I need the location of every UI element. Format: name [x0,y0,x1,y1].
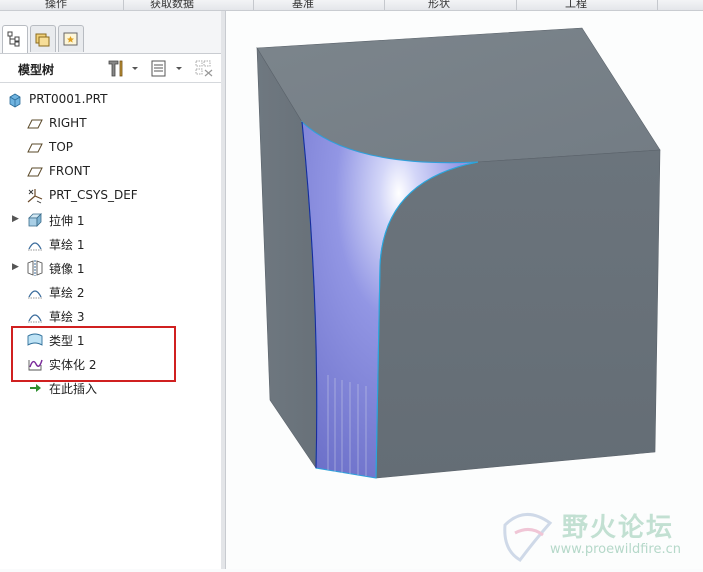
graphics-viewport[interactable] [226,11,703,569]
model-render [256,27,661,479]
favorites-icon [63,32,78,46]
watermark-title: 野火论坛 [562,513,675,543]
tree-item-csys[interactable]: PRT_CSYS_DEF [0,185,221,207]
datum-plane-icon [27,167,43,177]
csys-icon [27,189,43,204]
tree-item-label: 镜像 1 [49,262,85,276]
tree-item-sketch-2[interactable]: 草绘 2 [0,281,221,303]
watermark-url: www.proewildfire.cn [550,542,681,557]
sketch-icon [28,314,42,323]
tools-icon [108,60,138,77]
menu-shapes[interactable]: 形状 [428,0,450,10]
tree-item-label: PRT0001.PRT [29,92,108,106]
expand-arrow-icon[interactable]: ▶ [12,262,20,272]
tree-filter-button[interactable] [194,58,216,81]
menu-bar: 操作 获取数据 基准 形状 工程 [0,0,703,11]
tree-item-right[interactable]: RIGHT [0,113,221,135]
tree-show-button[interactable] [150,58,184,81]
tree-item-label: 草绘 2 [49,286,85,300]
menu-separator [123,0,124,10]
menu-get-data[interactable]: 获取数据 [150,0,194,10]
sketch-icon [28,290,42,299]
tree-item-label: 拉伸 1 [49,214,85,228]
expand-arrow-icon[interactable]: ▶ [12,214,20,224]
selection-highlight-box [11,326,176,382]
part-icon [9,93,21,108]
tree-item-label: TOP [49,140,74,154]
insert-here-arrow-icon [30,384,41,392]
tree-title: 模型树 [18,63,55,77]
tab-favorites[interactable] [58,25,84,52]
tree-item-label: PRT_CSYS_DEF [49,188,138,202]
right-face [375,149,661,479]
tree-item-front[interactable]: FRONT [0,161,221,183]
tree-item-label: RIGHT [49,116,87,130]
model-tree-icon [7,31,20,47]
tree-settings-button[interactable] [106,58,140,81]
menu-separator [657,0,658,10]
tree-item-mirror[interactable]: ▶ 镜像 1 [0,257,221,279]
tree-item-extrude[interactable]: ▶ 拉伸 1 [0,209,221,231]
menu-separator [516,0,517,10]
menu-separator [384,0,385,10]
sketch-icon [28,242,42,251]
menu-operations[interactable]: 操作 [45,0,67,10]
navigator-tabs [0,11,221,54]
extrude-icon [28,213,42,227]
filter-icon [195,60,213,77]
tab-folder-browser[interactable] [30,25,56,52]
tree-item-label: 在此插入 [49,382,98,396]
navigator-panel: 模型树 PRT0001.PRT RIGHT TOP FRONT PRT_CSYS… [0,11,222,569]
show-columns-icon [151,60,182,77]
tree-item-top[interactable]: TOP [0,137,221,159]
tab-model-tree[interactable] [2,25,28,53]
tree-item-sketch-1[interactable]: 草绘 1 [0,233,221,255]
tree-item-sketch-3[interactable]: 草绘 3 [0,305,221,327]
tree-item-part[interactable]: PRT0001.PRT [0,89,221,111]
tree-item-label: 草绘 1 [49,238,85,252]
datum-plane-icon [27,119,43,129]
mirror-icon [27,260,43,276]
tree-item-label: FRONT [49,164,90,178]
model-tree-header: 模型树 [0,54,221,83]
menu-engineering[interactable]: 工程 [565,0,587,10]
menu-separator [253,0,254,10]
datum-plane-icon [27,143,43,153]
menu-datum[interactable]: 基准 [292,0,314,10]
tree-item-label: 草绘 3 [49,310,85,324]
folder-browser-icon [35,33,50,47]
